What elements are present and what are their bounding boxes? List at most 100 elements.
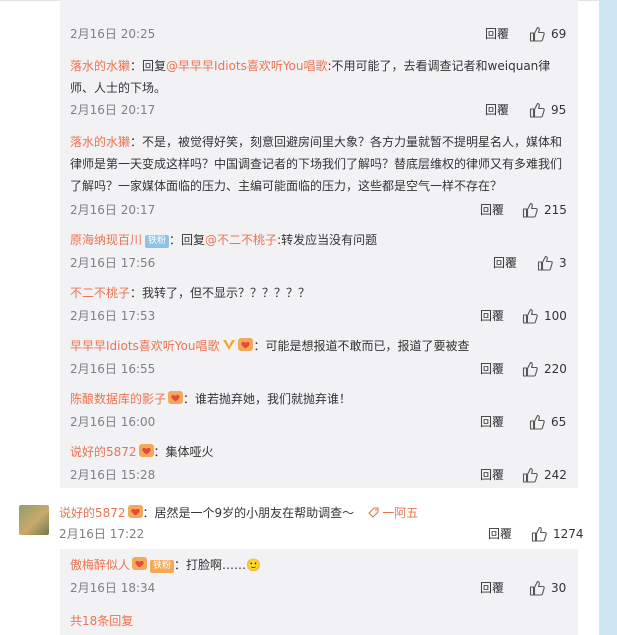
avatar[interactable]: [19, 505, 49, 535]
list-item: 早早早Idiots喜欢听You唱歌 ：可能是想报道不敢而已，报道了要被查 2月16…: [70, 335, 570, 377]
comment-content: ：居然是一个9岁的小朋友在帮助调查～: [142, 506, 355, 520]
fan-badge: 铁粉: [145, 235, 170, 248]
list-item: 傲梅醉似人 铁粉 ：打脸啊……🙂 2月16日 18:34 回覆 30: [70, 554, 570, 596]
like-count: 1274: [553, 527, 584, 541]
heart-badge-icon: [138, 444, 154, 457]
reply-text: 说好的5872 ：集体哑火: [70, 441, 570, 463]
timestamp: 2月16日 15:28: [70, 468, 156, 482]
reply-button[interactable]: 回覆: [480, 413, 504, 431]
timestamp: 2月16日 20:25: [70, 27, 156, 41]
mention-link[interactable]: @不二不桃子: [205, 233, 277, 247]
reply-button[interactable]: 回覆: [493, 254, 517, 272]
list-item: 原海纳现百川 铁粉 ：回复@不二不桃子:转发应当没有问题 2月16日 17:56 回…: [70, 229, 570, 271]
list-item: 不二不桃子：我转了，但不显示？？？？？？ 2月16日 17:53 回覆 100: [70, 282, 570, 324]
reply-list: 傲梅醉似人 铁粉 ：打脸啊……🙂 2月16日 18:34 回覆 30 共18条回复: [60, 549, 578, 635]
reply-meta: 2月16日 17:56 回覆 3: [70, 254, 570, 272]
reply-lead: ：打脸啊……🙂: [174, 558, 261, 572]
thumb-up-icon: [522, 308, 538, 324]
reply-text: 落水的水獭：回复@早早早Idiots喜欢听You唱歌:不用可能了，去看调查记者和…: [70, 55, 570, 99]
reply-meta: 2月16日 20:25 回覆 69: [70, 25, 570, 43]
reply-text: 陈酿数据库的影子 ：谁若抛弃她，我们就抛弃谁！: [70, 388, 570, 410]
reply-author[interactable]: 原海纳现百川: [70, 233, 142, 247]
comment-item: 说好的5872 ：居然是一个9岁的小朋友在帮助调查～ 一阿五 2月16日 17:22…: [19, 505, 584, 545]
reply-button[interactable]: 回覆: [488, 525, 512, 543]
thumb-up-icon: [537, 255, 553, 271]
reply-text: 早早早Idiots喜欢听You唱歌 ：可能是想报道不敢而已，报道了要被查: [70, 335, 570, 357]
thumb-up-icon: [522, 361, 538, 377]
reply-lead: ：可能是想报道不敢而已，报道了要被查: [253, 339, 470, 353]
reply-list: 2月16日 20:25 回覆 69 落水的水獭：回复@早早早Idiots喜欢听Y…: [60, 0, 578, 488]
reply-meta: 2月16日 20:17 回覆 215: [70, 201, 570, 219]
reply-lead: ：回复: [130, 59, 167, 73]
like-count: 30: [551, 581, 567, 595]
list-item: 说好的5872 ：集体哑火 2月16日 15:28 回覆 242: [70, 441, 570, 483]
like-count: 242: [544, 468, 567, 482]
list-item: 陈酿数据库的影子 ：谁若抛弃她，我们就抛弃谁！ 2月16日 16:00 回覆 65: [70, 388, 570, 430]
thumb-up-icon: [529, 26, 545, 42]
reply-meta: 2月16日 17:53 回覆 100: [70, 307, 570, 325]
reply-button[interactable]: 回覆: [480, 466, 504, 484]
reply-author[interactable]: 说好的5872: [70, 445, 137, 459]
thumb-up-icon: [529, 414, 545, 430]
reply-meta: 2月16日 15:28 回覆 242: [70, 466, 570, 484]
reply-lead: ：我转了，但不显示？？？？？？: [130, 286, 311, 300]
reply-author[interactable]: 早早早Idiots喜欢听You唱歌: [70, 339, 219, 353]
heart-badge-icon: [127, 505, 143, 518]
timestamp: 2月16日 16:00: [70, 415, 156, 429]
like-count: 95: [551, 103, 567, 117]
reply-author[interactable]: 陈酿数据库的影子: [70, 392, 166, 406]
like-count: 215: [544, 203, 567, 217]
reply-text: [70, 0, 570, 4]
heart-badge-icon: [238, 338, 254, 351]
reply-author[interactable]: 落水的水獭: [70, 59, 130, 73]
timestamp: 2月16日 17:22: [59, 527, 145, 541]
reply-text: 傲梅醉似人 铁粉 ：打脸啊……🙂: [70, 554, 570, 576]
fan-badge: 铁粉: [150, 560, 175, 573]
like-count: 69: [551, 27, 567, 41]
reply-author[interactable]: 落水的水獭: [70, 135, 130, 149]
reply-button[interactable]: 回覆: [480, 307, 504, 325]
timestamp: 2月16日 20:17: [70, 103, 156, 117]
comment-meta: 2月16日 17:22 回覆 1274: [59, 525, 584, 543]
reply-lead: ：谁若抛弃她，我们就抛弃谁！: [183, 392, 352, 406]
reply-button[interactable]: 回覆: [480, 579, 504, 597]
thumb-up-icon: [522, 202, 538, 218]
thumb-up-icon: [522, 467, 538, 483]
heart-badge-icon: [168, 391, 184, 404]
reply-button[interactable]: 回覆: [485, 25, 509, 43]
tag-icon: [368, 507, 379, 518]
reply-author[interactable]: 傲梅醉似人: [70, 558, 130, 572]
thumb-up-icon: [531, 526, 547, 542]
timestamp: 2月16日 16:55: [70, 362, 156, 376]
comment-author[interactable]: 说好的5872: [59, 506, 126, 520]
reply-meta: 2月16日 18:34 回覆 30: [70, 579, 570, 597]
reply-lead: ：不是，被觉得好笑，刻意回避房间里大象？各方力量就暂不提明星名人，媒体和律师是第…: [70, 135, 563, 193]
timestamp: 2月16日 20:17: [70, 203, 156, 217]
reply-meta: 2月16日 16:00 回覆 65: [70, 413, 570, 431]
thumb-up-icon: [529, 580, 545, 596]
topic-tag[interactable]: 一阿五: [368, 506, 418, 520]
topic-tag-label: 一阿五: [382, 506, 419, 520]
reply-button[interactable]: 回覆: [480, 201, 504, 219]
reply-meta: 2月16日 20:17 回覆 95: [70, 101, 570, 119]
like-count: 3: [559, 256, 567, 270]
list-item: 落水的水獭：不是，被觉得好笑，刻意回避房间里大象？各方力量就暂不提明星名人，媒体…: [70, 131, 570, 218]
list-item: 落水的水獭：回复@早早早Idiots喜欢听You唱歌:不用可能了，去看调查记者和…: [70, 55, 570, 118]
thumb-up-icon: [529, 102, 545, 118]
more-replies-link[interactable]: 共18条回复: [70, 612, 133, 629]
reply-button[interactable]: 回覆: [480, 360, 504, 378]
reply-author[interactable]: 不二不桃子: [70, 286, 130, 300]
reply-lead: ：回复: [169, 233, 206, 247]
verified-v-icon: [223, 340, 236, 350]
page-background-strip: [599, 0, 617, 635]
like-count: 220: [544, 362, 567, 376]
list-item: 2月16日 20:25 回覆 69: [70, 0, 570, 42]
reply-content: :转发应当没有问题: [277, 233, 378, 247]
reply-button[interactable]: 回覆: [485, 101, 509, 119]
reply-text: 不二不桃子：我转了，但不显示？？？？？？: [70, 282, 570, 304]
like-count: 65: [551, 415, 567, 429]
reply-meta: 2月16日 16:55 回覆 220: [70, 360, 570, 378]
reply-text: 原海纳现百川 铁粉 ：回复@不二不桃子:转发应当没有问题: [70, 229, 570, 251]
timestamp: 2月16日 17:56: [70, 256, 156, 270]
mention-link[interactable]: @早早早Idiots喜欢听You唱歌: [166, 59, 327, 73]
